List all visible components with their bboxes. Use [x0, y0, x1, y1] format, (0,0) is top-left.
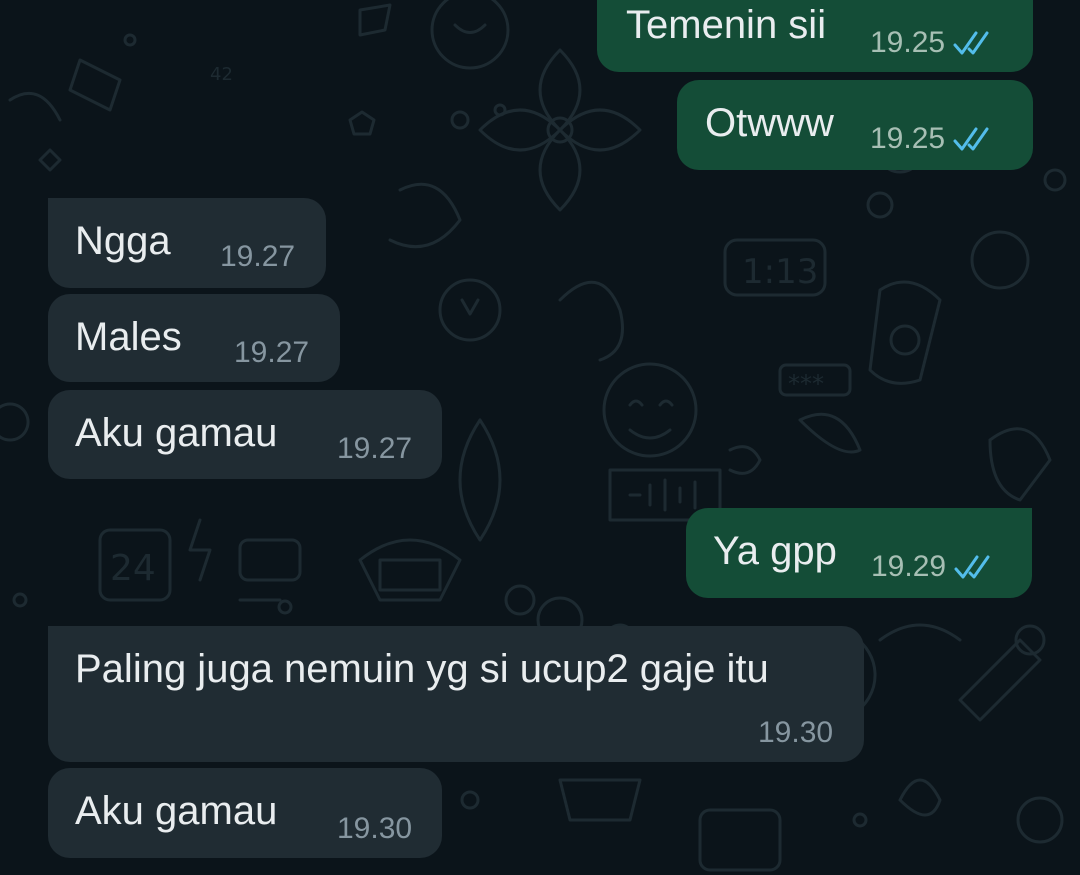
message-incoming[interactable]: Paling juga nemuin yg si ucup2 gaje itu … [48, 626, 864, 762]
message-meta: 19.25 [870, 26, 997, 60]
message-text: Ya gpp [713, 529, 837, 573]
message-outgoing[interactable]: Ya gpp 19.29 [686, 508, 1032, 598]
message-time: 19.25 [870, 26, 946, 59]
message-time: 19.29 [871, 550, 947, 583]
message-text: Paling juga nemuin yg si ucup2 gaje itu [75, 647, 769, 691]
message-meta: 19.27 [234, 336, 309, 370]
message-meta: 19.27 [220, 240, 295, 274]
message-incoming[interactable]: Males 19.27 [48, 294, 340, 382]
message-incoming[interactable]: Ngga 19.27 [48, 198, 326, 288]
double-check-icon [953, 125, 997, 153]
message-meta: 19.27 [337, 432, 412, 466]
message-meta: 19.29 [871, 550, 998, 584]
message-time: 19.25 [870, 122, 946, 155]
conversation: Temenin sii 19.25 Otwww 19.25 Ngga 19.27… [0, 0, 1080, 875]
message-outgoing[interactable]: Otwww 19.25 [677, 80, 1033, 170]
message-text: Aku gamau [75, 411, 278, 455]
double-check-icon [953, 29, 997, 57]
message-incoming[interactable]: Aku gamau 19.30 [48, 768, 442, 858]
message-time: 19.27 [220, 240, 296, 273]
message-text: Aku gamau [75, 789, 278, 833]
message-text: Otwww [705, 101, 834, 145]
message-text: Males [75, 315, 182, 359]
message-time: 19.30 [337, 812, 413, 845]
message-meta: 19.30 [337, 812, 412, 846]
message-text: Temenin sii [626, 3, 827, 47]
message-time: 19.30 [758, 716, 834, 749]
message-incoming[interactable]: Aku gamau 19.27 [48, 390, 442, 479]
message-time: 19.27 [234, 336, 310, 369]
message-time: 19.27 [337, 432, 413, 465]
message-meta: 19.30 [758, 716, 833, 750]
message-meta: 19.25 [870, 122, 997, 156]
message-text: Ngga [75, 219, 171, 263]
message-outgoing[interactable]: Temenin sii 19.25 [597, 0, 1033, 72]
double-check-icon [954, 553, 998, 581]
